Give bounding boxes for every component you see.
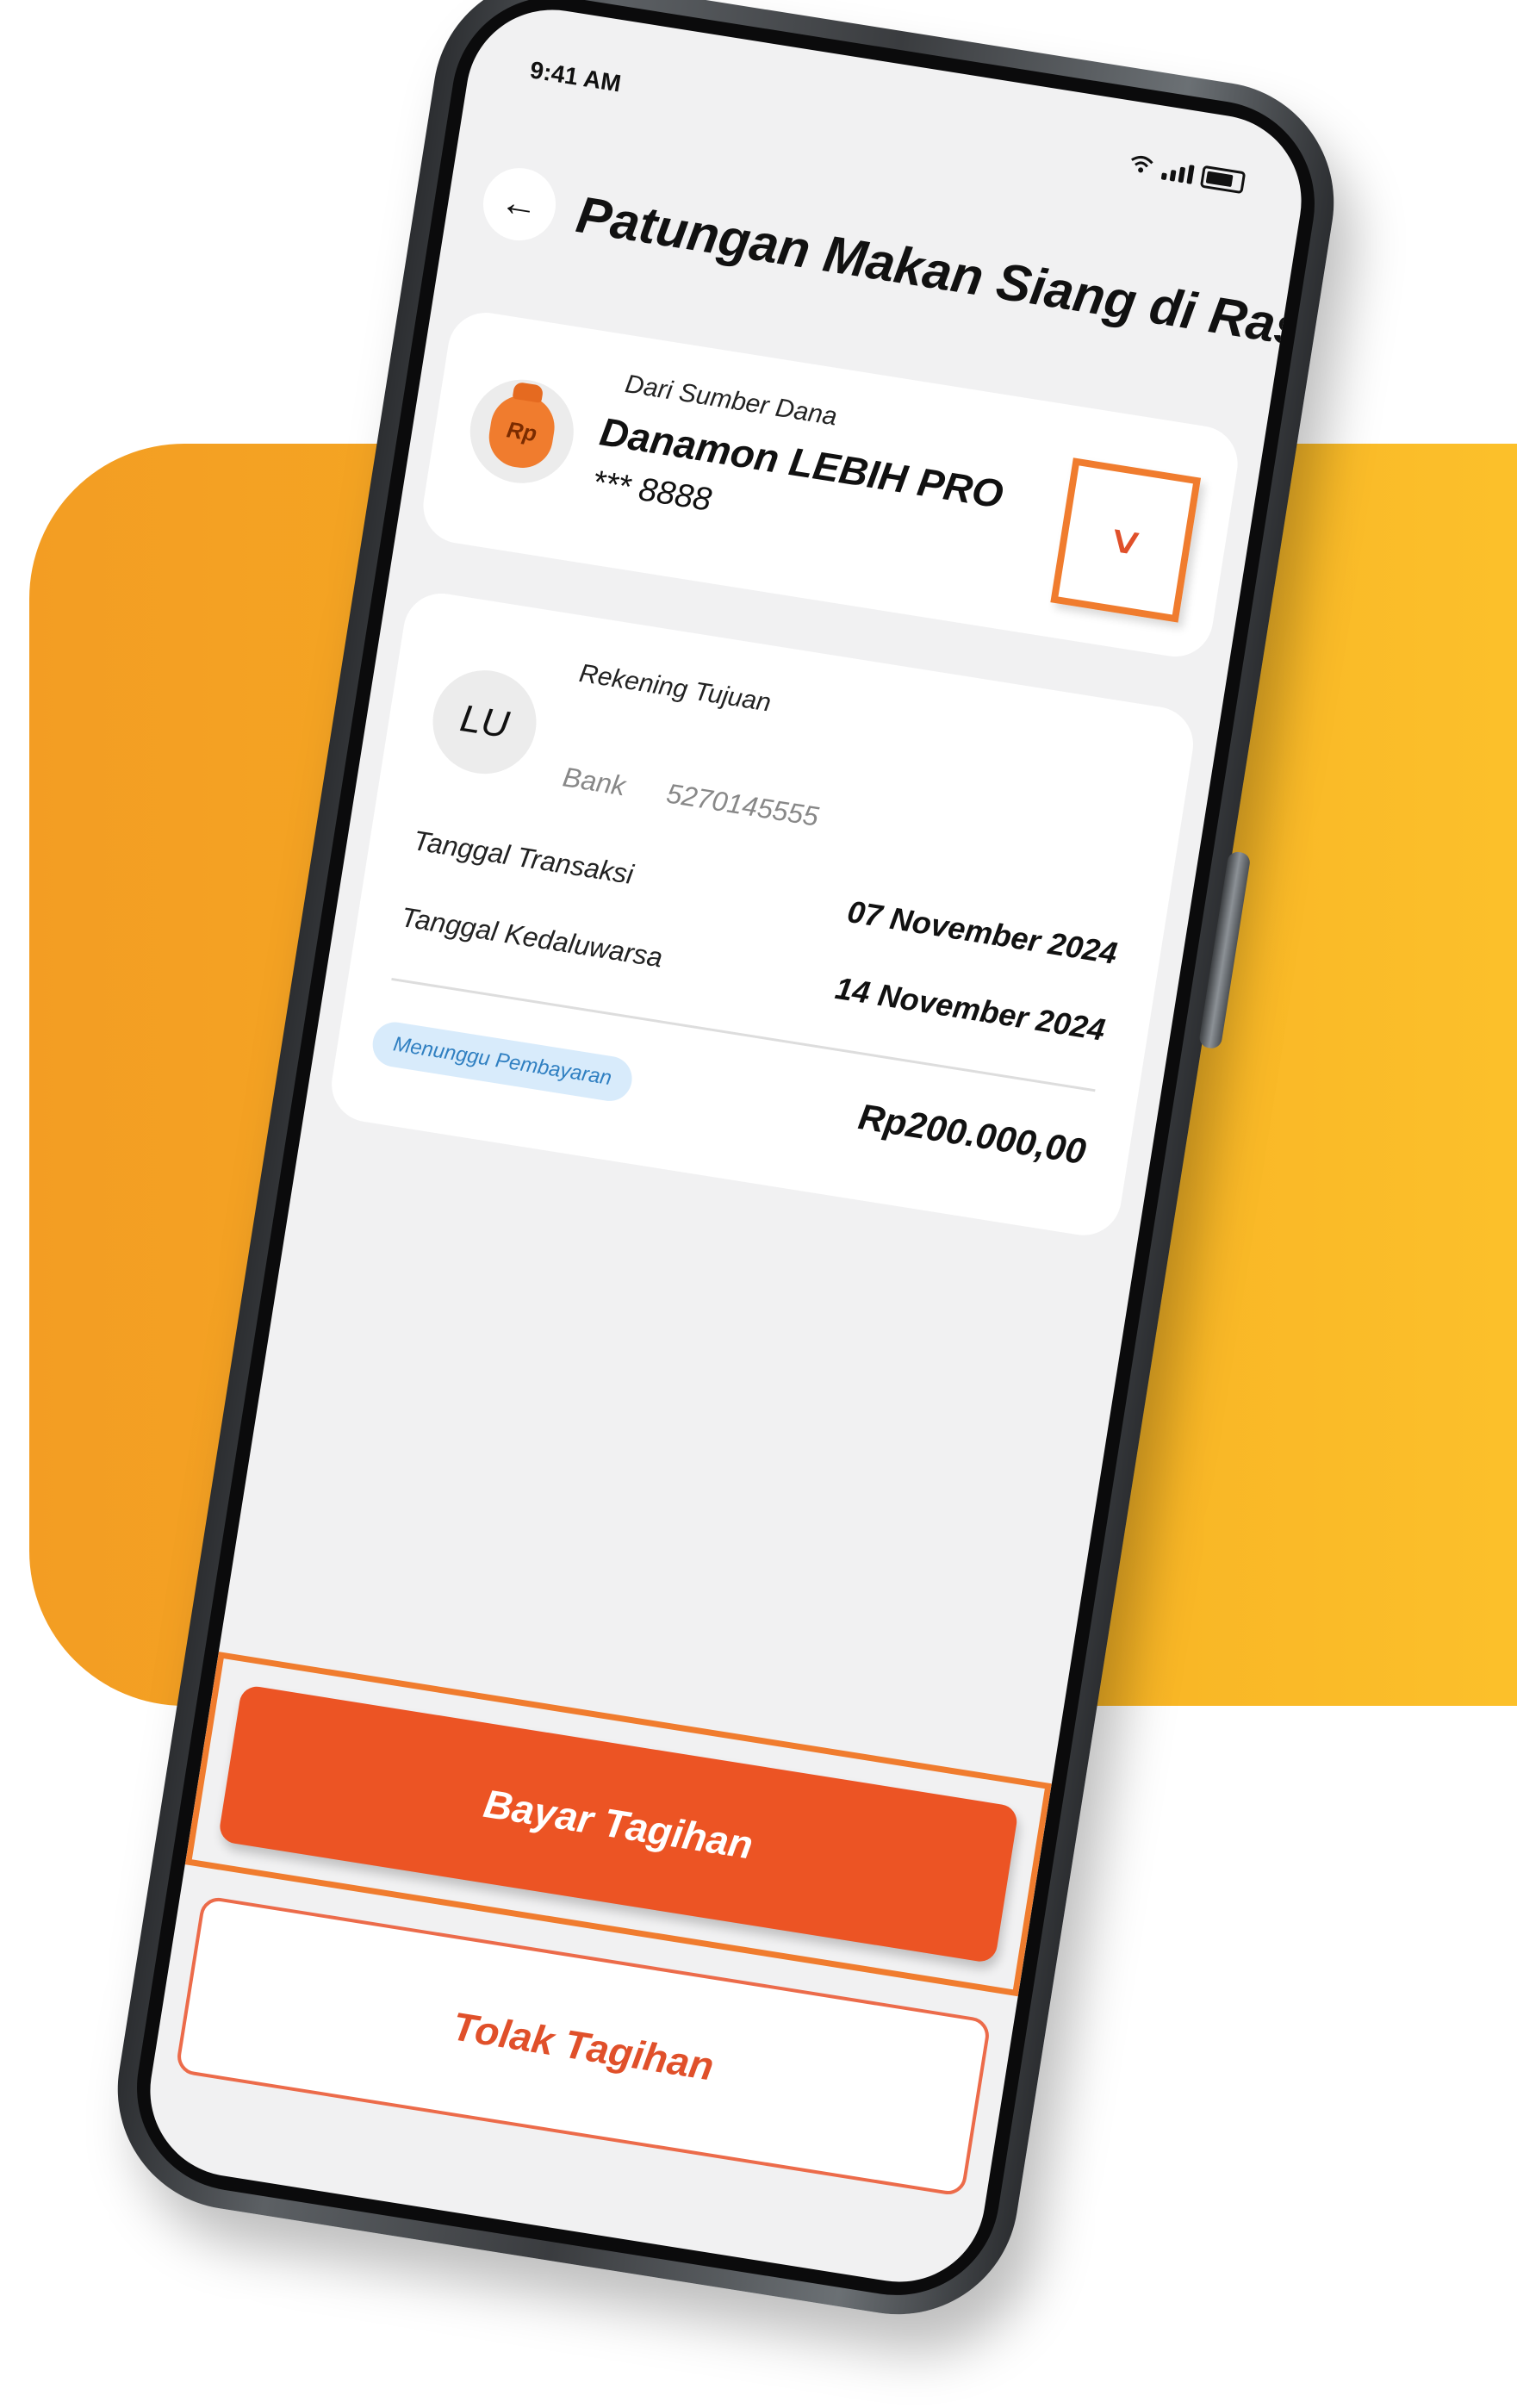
app-screen: 9:41 AM ← Patungan Makan Siang di Rasu..… (138, 0, 1314, 2294)
phone-mockup: 9:41 AM ← Patungan Makan Siang di Rasu..… (100, 0, 1352, 2332)
arrow-left-icon: ← (497, 179, 542, 228)
destination-bank-line: Bank 5270145555 (561, 761, 821, 832)
source-dropdown-button[interactable]: ∨ (1050, 457, 1202, 623)
avatar: LU (425, 663, 544, 781)
stage: 9:41 AM ← Patungan Makan Siang di Rasu..… (0, 0, 1517, 2408)
source-text: Dari Sumber Dana Danamon LEBIH PRO *** 8… (589, 367, 1013, 564)
page-title: Patungan Makan Siang di Rasu... (572, 184, 1314, 369)
expiry-date-label: Tanggal Kedaluwarsa (399, 901, 665, 974)
status-icons (1126, 151, 1247, 196)
source-icon-circle: Rp (463, 372, 581, 491)
bill-amount: Rp200.000,00 (855, 1096, 1089, 1173)
bill-detail-card: Rekening Tujuan LU Bank 5270145555 Tangg… (326, 588, 1199, 1241)
signal-icon (1160, 160, 1195, 184)
destination-bank: Bank (560, 761, 628, 802)
battery-icon (1199, 165, 1247, 195)
transaction-date-value: 07 November 2024 (844, 893, 1120, 972)
destination-label: Rekening Tujuan (577, 658, 774, 718)
chevron-down-icon: ∨ (1103, 516, 1148, 564)
status-badge: Menunggu Pembayaran (369, 1018, 636, 1104)
back-button[interactable]: ← (477, 163, 562, 246)
transaction-date-label: Tanggal Transaksi (411, 824, 636, 891)
expiry-date-value: 14 November 2024 (832, 969, 1108, 1048)
money-bag-icon: Rp (484, 390, 559, 473)
wifi-icon (1126, 151, 1156, 182)
status-time: 9:41 AM (528, 56, 624, 97)
destination-account: 5270145555 (664, 777, 821, 832)
